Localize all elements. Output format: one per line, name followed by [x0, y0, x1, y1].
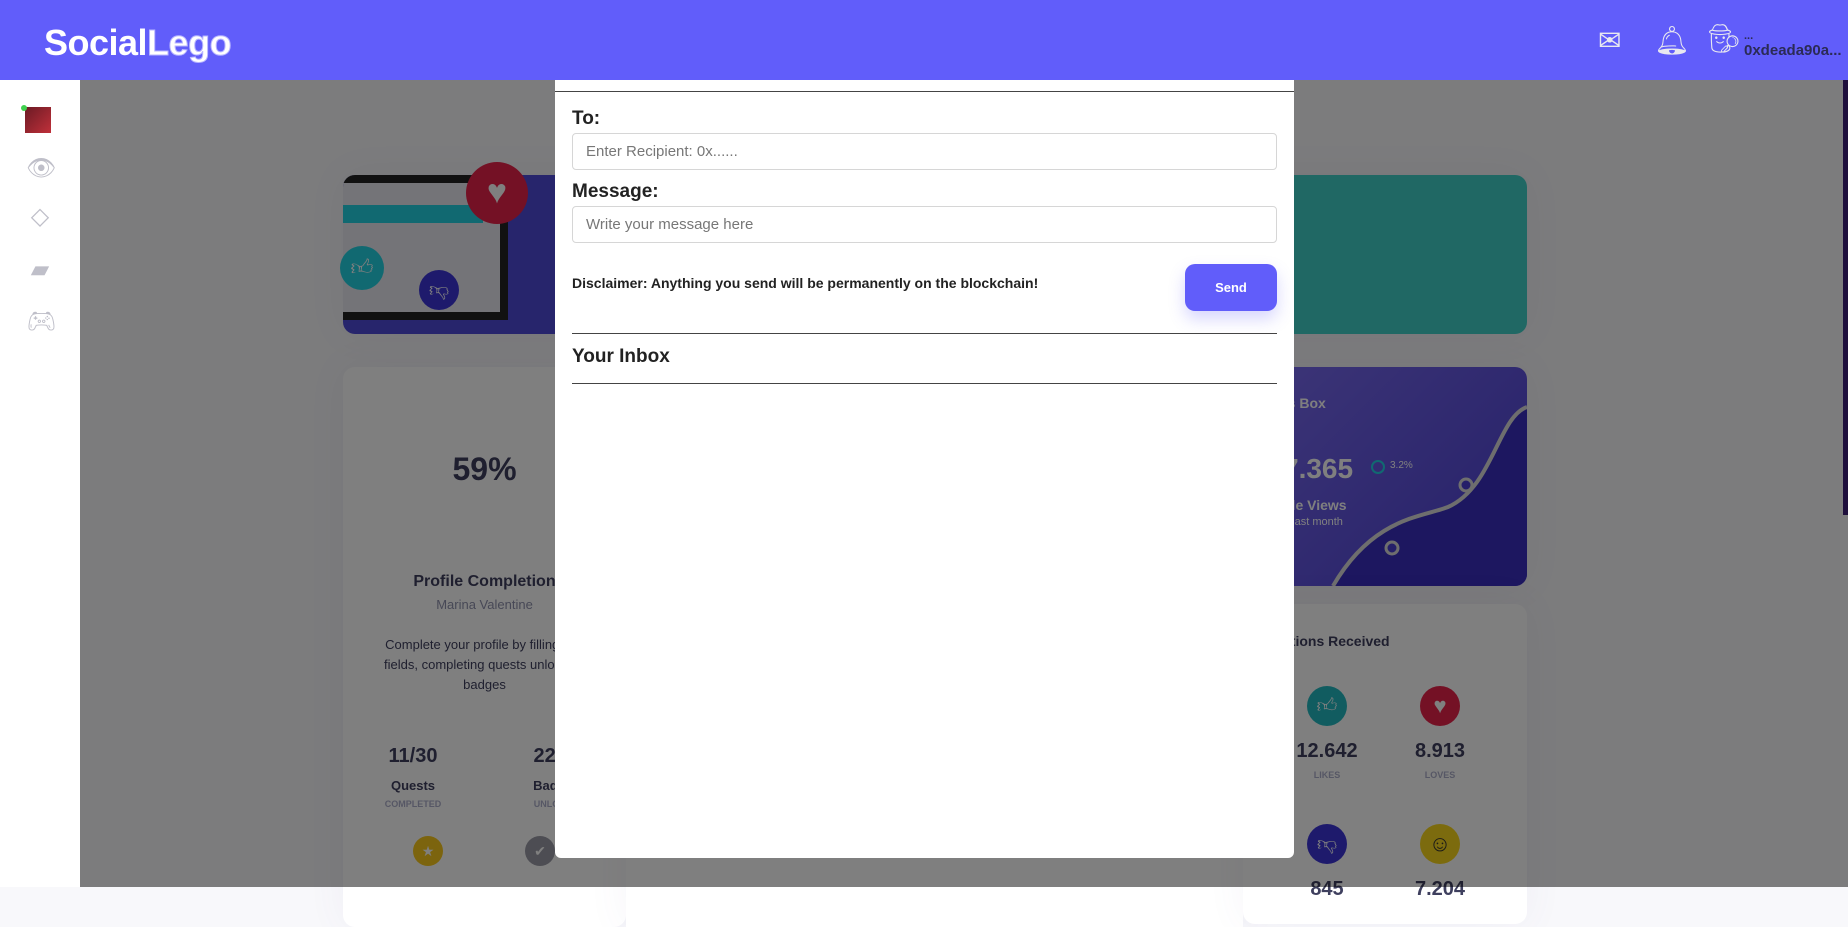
logo-text-lego: Lego — [147, 22, 233, 64]
mail-icon[interactable]: ✉ — [1598, 24, 1621, 57]
send-button[interactable]: Send — [1185, 264, 1277, 311]
logo-text: Social — [44, 22, 148, 63]
diamond-icon[interactable]: ◇ — [26, 205, 54, 229]
user-avatar-icon[interactable]: 🕵︎ — [1706, 22, 1742, 55]
inbox-list — [572, 390, 1277, 840]
disclaimer-text: Disclaimer: Anything you send will be pe… — [572, 275, 1039, 291]
message-input[interactable] — [572, 206, 1277, 243]
gamepad-icon[interactable]: 🎮︎ — [26, 310, 56, 334]
message-label: Message: — [572, 181, 659, 202]
message-modal: To: Message: Disclaimer: Anything you se… — [555, 80, 1294, 858]
top-header: SocialLego ✉ 🔔︎ 🕵︎ ... 0xdeada90a... — [0, 0, 1848, 80]
eye-icon[interactable]: 👁︎ — [26, 157, 56, 181]
user-name[interactable]: 0xdeada90a... — [1744, 42, 1842, 59]
page-scrollbar[interactable] — [1843, 80, 1848, 515]
divider — [572, 333, 1277, 334]
wallet-icon[interactable]: ▰ — [26, 258, 54, 282]
to-label: To: — [572, 108, 601, 129]
online-indicator — [21, 105, 27, 111]
divider — [572, 383, 1277, 384]
user-status: ... — [1744, 30, 1754, 42]
divider — [555, 91, 1294, 92]
inbox-title: Your Inbox — [572, 346, 670, 367]
avatar[interactable] — [25, 107, 51, 133]
logo[interactable]: SocialLego — [44, 22, 233, 64]
bell-icon[interactable]: 🔔︎ — [1654, 24, 1690, 57]
sidebar: 👁︎ ◇ ▰ 🎮︎ — [0, 80, 80, 887]
recipient-input[interactable] — [572, 133, 1277, 170]
